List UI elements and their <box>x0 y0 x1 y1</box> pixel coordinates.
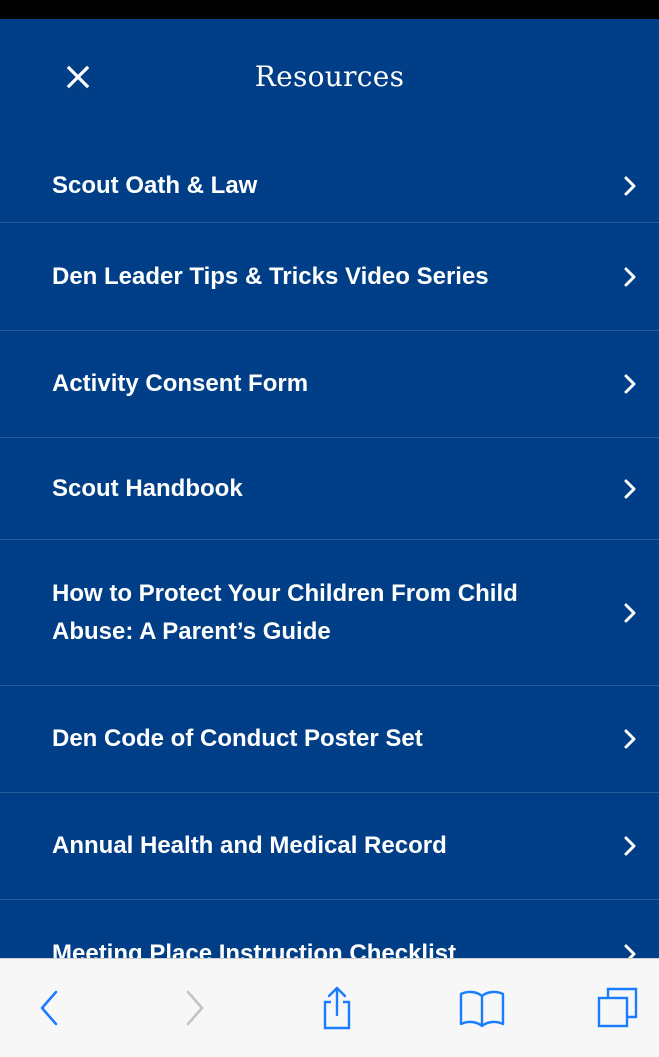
list-item[interactable]: Den Leader Tips & Tricks Video Series <box>0 223 659 331</box>
status-bar <box>0 0 659 19</box>
list-item-label: Annual Health and Medical Record <box>52 832 447 859</box>
tabs-icon <box>597 987 638 1028</box>
chevron-right-icon <box>624 836 636 856</box>
forward-icon <box>186 990 204 1026</box>
share-button[interactable] <box>312 985 362 1031</box>
list-item[interactable]: Scout Oath & Law <box>0 149 659 223</box>
list-item-label: Scout Handbook <box>52 474 243 502</box>
tabs-button[interactable] <box>592 985 642 1031</box>
forward-button[interactable] <box>172 985 218 1031</box>
list-item-label: Scout Oath & Law <box>52 171 258 199</box>
list-item-label: Activity Consent Form <box>52 370 309 397</box>
chevron-right-icon <box>624 176 636 195</box>
chevron-right-icon <box>624 729 636 749</box>
chevron-right-icon <box>624 267 636 286</box>
browser-toolbar <box>0 958 659 1057</box>
page-title: Resources <box>254 60 405 93</box>
list-item[interactable]: Activity Consent Form <box>0 331 659 438</box>
bookmarks-icon <box>459 990 505 1028</box>
list-item-label: Den Code of Conduct Poster Set <box>52 725 423 752</box>
list-item[interactable]: How to Protect Your Children From Child … <box>0 540 659 686</box>
header: Resources <box>0 19 659 149</box>
list-item-label: Den Leader Tips & Tricks Video Series <box>52 262 489 290</box>
bookmarks-button[interactable] <box>452 985 512 1031</box>
chevron-right-icon <box>624 479 636 498</box>
chevron-right-icon <box>624 603 636 622</box>
back-icon <box>40 990 58 1026</box>
resource-list: Scout Oath & Law Den Leader Tips & Trick… <box>0 149 659 1007</box>
back-button[interactable] <box>26 985 72 1031</box>
list-item[interactable]: Scout Handbook <box>0 438 659 540</box>
chevron-right-icon <box>624 374 636 394</box>
share-icon <box>323 986 351 1030</box>
list-item[interactable]: Den Code of Conduct Poster Set <box>0 686 659 793</box>
list-item-label: How to Protect Your Children From Child … <box>52 579 518 645</box>
list-item[interactable]: Annual Health and Medical Record <box>0 793 659 900</box>
